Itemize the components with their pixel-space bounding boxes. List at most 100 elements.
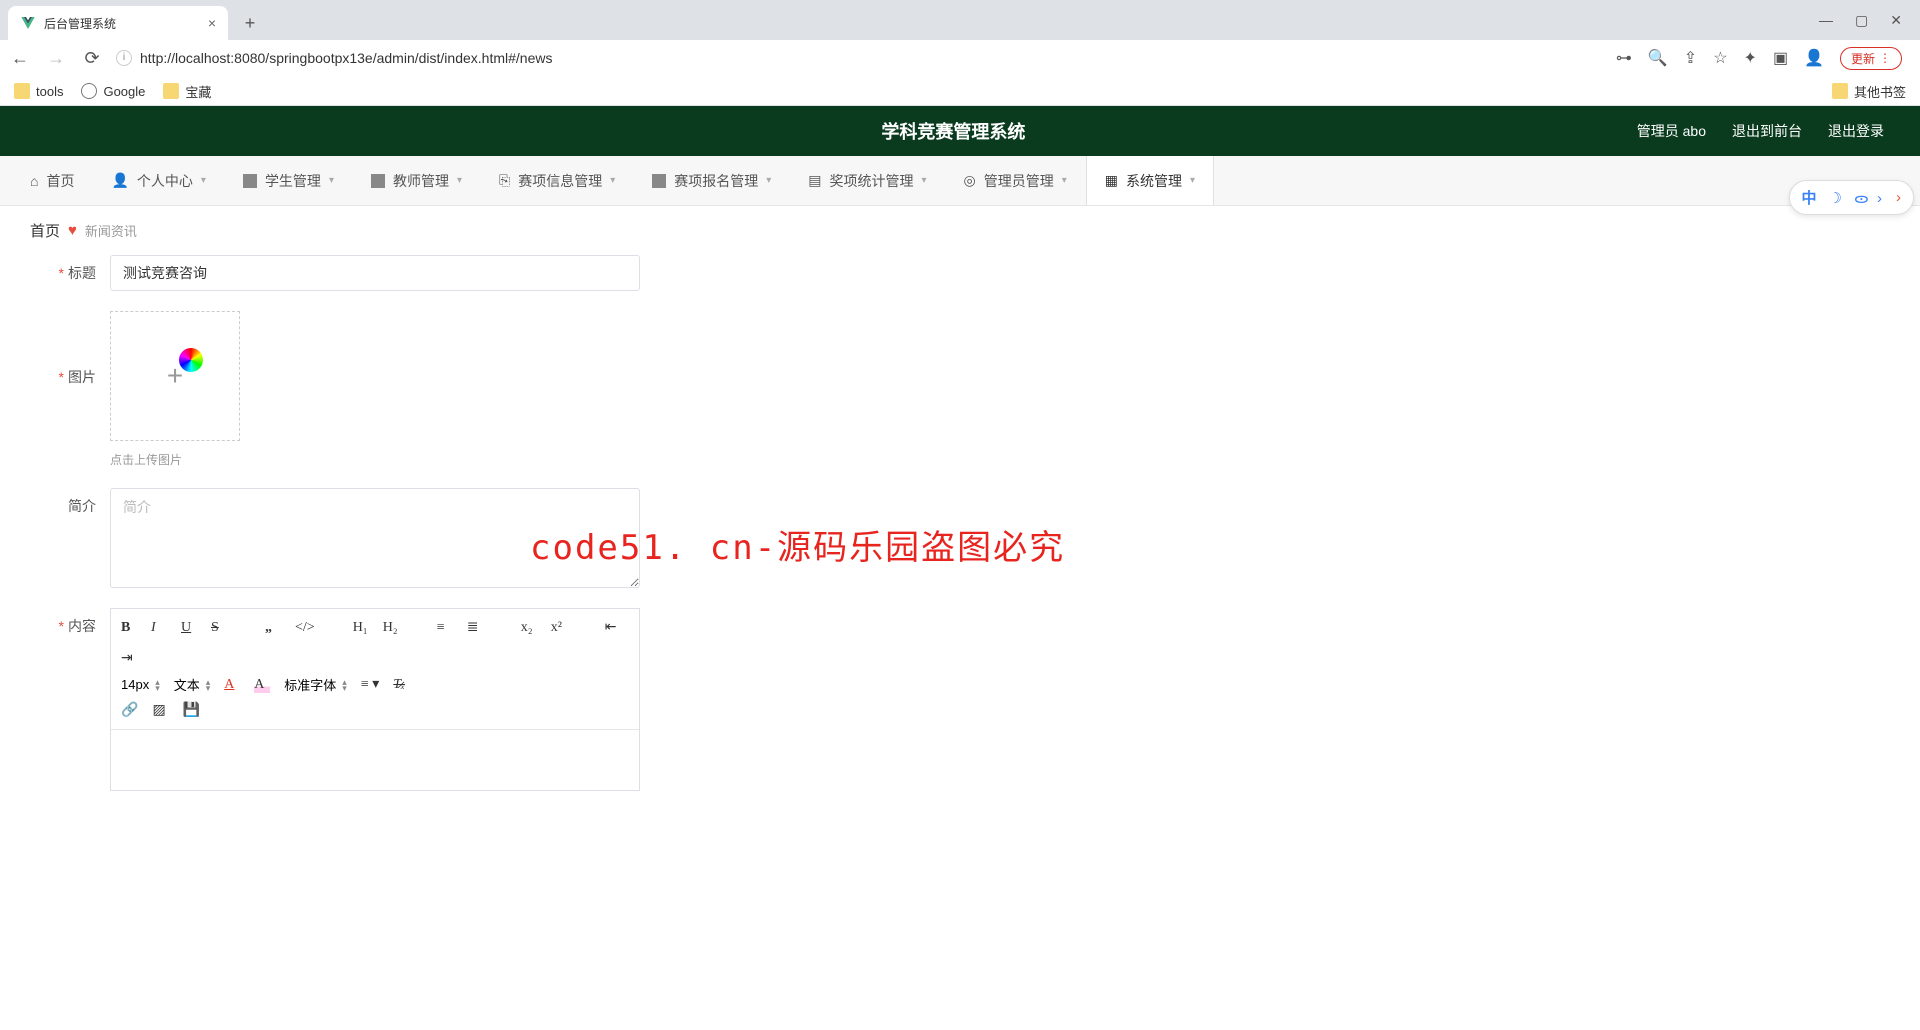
intro-label: 简介 [30, 488, 110, 516]
browser-chrome: 后台管理系统 × + — ▢ ✕ ← → ⟳ i http://localhos… [0, 0, 1920, 106]
fontcolor-button[interactable]: A [224, 677, 240, 693]
italic-button[interactable]: I [151, 620, 167, 636]
bookmark-icon[interactable]: ☆ [1713, 48, 1727, 68]
news-form: *标题 *图片 + 点击上传图片 简介 *内容 B I U S [0, 255, 1920, 791]
nav-teacher[interactable]: 教师管理▾ [353, 156, 481, 205]
doc-icon: ⎘ [499, 172, 510, 189]
bold-button[interactable]: B [121, 620, 137, 636]
profile-icon[interactable]: 👤 [1804, 48, 1824, 68]
minimize-icon[interactable]: — [1819, 12, 1833, 29]
logout-button[interactable]: 退出登录 [1828, 121, 1884, 141]
maximize-icon[interactable]: ▢ [1855, 12, 1868, 29]
sidepanel-icon[interactable]: ▣ [1773, 48, 1788, 68]
close-icon[interactable]: × [208, 15, 216, 31]
h1-button[interactable]: H₁ [353, 620, 369, 636]
nav-award[interactable]: ▤奖项统计管理▾ [790, 156, 945, 205]
nav-contest-reg[interactable]: 赛项报名管理▾ [634, 156, 790, 205]
nav-admin[interactable]: ◎管理员管理▾ [946, 156, 1086, 205]
clear-format-button[interactable]: T̷ₓ [393, 677, 409, 693]
nav-home[interactable]: ⌂首页 [12, 156, 93, 205]
reload-icon[interactable]: ⟳ [80, 48, 104, 69]
quote-button[interactable]: „ [265, 620, 281, 636]
address-bar: ← → ⟳ i http://localhost:8080/springboot… [0, 40, 1920, 76]
tab-bar: 后台管理系统 × + — ▢ ✕ [0, 0, 1920, 40]
chevron-right-icon[interactable]: › [1896, 189, 1901, 206]
fontsize-select[interactable]: 14px▴▾ [121, 677, 160, 692]
image-button[interactable]: ▨ [152, 702, 168, 719]
list-icon [652, 174, 666, 188]
home-icon: ⌂ [30, 173, 38, 189]
heart-icon: ♥ [68, 222, 77, 239]
intro-textarea[interactable] [110, 488, 640, 588]
nav-personal[interactable]: 👤个人中心▾ [93, 156, 224, 205]
system-icon: ▦ [1105, 172, 1118, 189]
app-title: 学科竞赛管理系统 [270, 118, 1637, 144]
user-label[interactable]: 管理员 abo [1637, 121, 1706, 141]
underline-button[interactable]: U [181, 620, 197, 636]
moon-icon[interactable]: ☽ [1829, 189, 1842, 207]
ul-button[interactable]: ≣ [467, 619, 483, 636]
tab-title: 后台管理系统 [44, 15, 200, 32]
h2-button[interactable]: H₂ [383, 620, 399, 636]
url-text: http://localhost:8080/springbootpx13e/ad… [140, 50, 552, 66]
folder-icon [163, 83, 179, 99]
nav-contest-info[interactable]: ⎘赛项信息管理▾ [481, 156, 634, 205]
chevron-down-icon: ▾ [201, 175, 206, 186]
vue-icon [20, 15, 36, 31]
window-controls: — ▢ ✕ [1819, 12, 1920, 29]
close-window-icon[interactable]: ✕ [1890, 12, 1902, 29]
gear-icon: ◎ [964, 172, 976, 189]
fontfamily-select[interactable]: 标准字体▴▾ [284, 675, 347, 694]
breadcrumb-home[interactable]: 首页 [30, 220, 60, 241]
ime-punct-icon[interactable]: ᯣ › [1854, 188, 1884, 208]
extensions-icon[interactable]: ✦ [1744, 48, 1757, 68]
nav-system[interactable]: ▦系统管理▾ [1086, 156, 1214, 205]
browser-tab[interactable]: 后台管理系统 × [8, 6, 228, 40]
bgcolor-button[interactable]: A [254, 677, 270, 693]
zoom-icon[interactable]: 🔍 [1648, 48, 1668, 68]
link-button[interactable]: 🔗 [121, 702, 138, 719]
info-icon[interactable]: i [116, 50, 132, 66]
forward-icon[interactable]: → [44, 48, 68, 69]
list-icon [243, 174, 257, 188]
back-icon[interactable]: ← [8, 48, 32, 69]
password-icon[interactable]: ⊶ [1616, 48, 1632, 68]
ime-lang-button[interactable]: 中 [1802, 187, 1817, 208]
outdent-button[interactable]: ⇤ [605, 619, 621, 636]
ol-button[interactable]: ≡ [437, 620, 453, 636]
nav-menu: ⌂首页 👤个人中心▾ 学生管理▾ 教师管理▾ ⎘赛项信息管理▾ 赛项报名管理▾ … [0, 156, 1920, 206]
editor-toolbar: B I U S „ </> H₁ H₂ ≡ ≣ x₂ x² [111, 609, 639, 730]
chevron-down-icon: ▾ [766, 175, 771, 186]
save-button[interactable]: 💾 [182, 702, 199, 719]
logout-front-button[interactable]: 退出到前台 [1732, 121, 1802, 141]
new-tab-button[interactable]: + [236, 9, 264, 37]
blocktype-select[interactable]: 文本▴▾ [174, 675, 211, 694]
title-label: *标题 [30, 255, 110, 291]
subscript-button[interactable]: x₂ [521, 620, 537, 636]
editor-body[interactable] [111, 730, 639, 790]
align-button[interactable]: ≡ ▾ [361, 676, 379, 693]
chevron-down-icon: ▾ [922, 175, 927, 186]
bookmark-google[interactable]: Google [81, 83, 145, 99]
app-header: 学科竞赛管理系统 管理员 abo 退出到前台 退出登录 [0, 106, 1920, 156]
ime-toolbar[interactable]: 中 ☽ ᯣ › › [1789, 180, 1914, 215]
list-icon [371, 174, 385, 188]
title-input[interactable] [110, 255, 640, 291]
chevron-down-icon: ▾ [457, 175, 462, 186]
bookmark-other[interactable]: 其他书签 [1832, 82, 1906, 101]
nav-student[interactable]: 学生管理▾ [225, 156, 353, 205]
user-icon: 👤 [111, 172, 128, 189]
code-button[interactable]: </> [295, 620, 315, 636]
bookmark-treasure[interactable]: 宝藏 [163, 82, 211, 101]
strike-button[interactable]: S [211, 620, 227, 636]
bookmark-tools[interactable]: tools [14, 83, 63, 99]
chevron-down-icon: ▾ [1190, 175, 1195, 186]
update-button[interactable]: 更新 ⋮ [1840, 47, 1902, 70]
image-label: *图片 [30, 311, 110, 387]
share-icon[interactable]: ⇪ [1684, 48, 1697, 68]
image-upload[interactable]: + [110, 311, 240, 441]
rich-editor: B I U S „ </> H₁ H₂ ≡ ≣ x₂ x² [110, 608, 640, 791]
superscript-button[interactable]: x² [551, 620, 567, 636]
indent-button[interactable]: ⇥ [121, 650, 137, 667]
url-display[interactable]: i http://localhost:8080/springbootpx13e/… [116, 50, 552, 66]
